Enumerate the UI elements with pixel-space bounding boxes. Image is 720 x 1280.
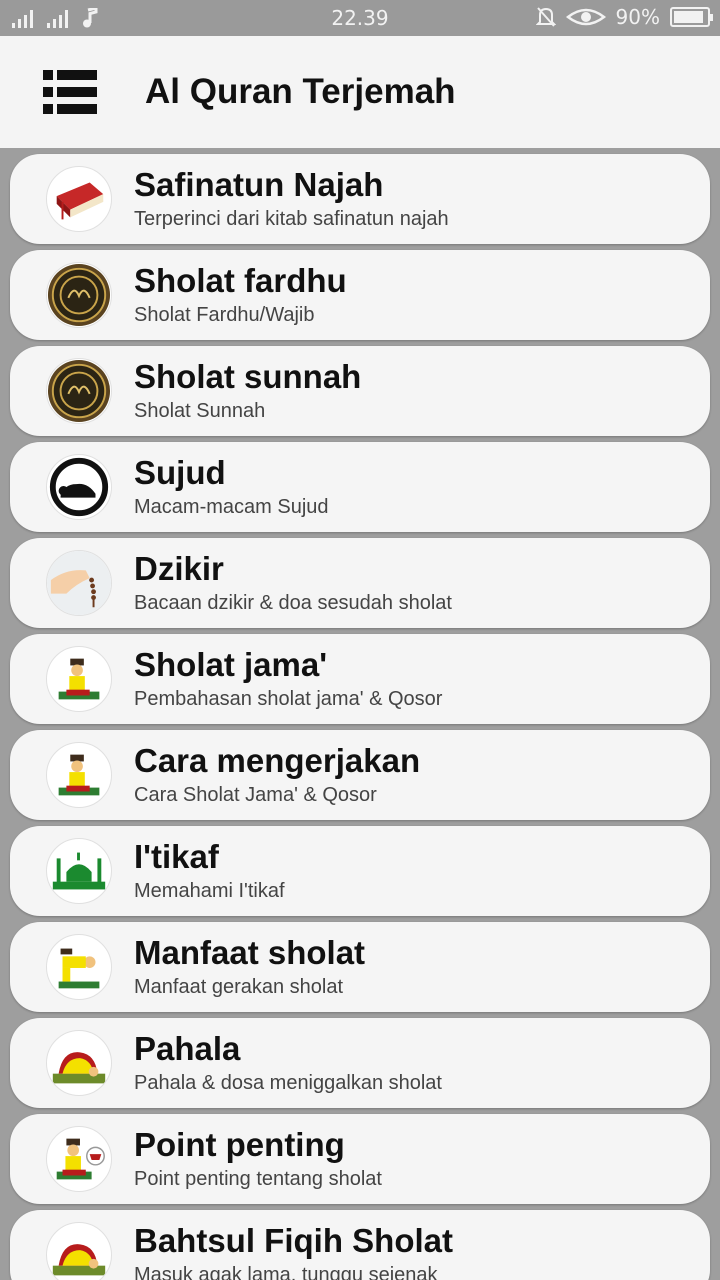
list-item[interactable]: Sholat sunnah Sholat Sunnah xyxy=(10,346,710,436)
status-bar: 22.39 90% xyxy=(0,0,720,36)
item-title: Sholat jama' xyxy=(134,646,328,683)
list-item[interactable]: Manfaat sholat Manfaat gerakan sholat xyxy=(10,922,710,1012)
item-title: Manfaat sholat xyxy=(134,934,366,971)
app-title: Al Quran Terjemah xyxy=(145,72,456,111)
list-item[interactable]: Pahala Pahala & dosa meniggalkan sholat xyxy=(10,1018,710,1108)
item-subtitle: Bacaan dzikir & doa sesudah sholat xyxy=(134,592,452,614)
item-title: Cara mengerjakan xyxy=(134,742,421,779)
item-subtitle: Manfaat gerakan sholat xyxy=(134,976,344,998)
app-bar: Al Quran Terjemah xyxy=(0,36,720,148)
item-subtitle: Pahala & dosa meniggalkan sholat xyxy=(134,1072,442,1094)
item-subtitle: Masuk agak lama, tunggu sejenak xyxy=(134,1264,438,1280)
praying-man-icon xyxy=(46,742,112,808)
list-item[interactable]: Safinatun Najah Terperinci dari kitab sa… xyxy=(10,154,710,244)
eye-icon xyxy=(565,8,606,26)
item-title: Sujud xyxy=(134,454,226,491)
item-title: Safinatun Najah xyxy=(134,166,384,203)
item-subtitle: Point penting tentang sholat xyxy=(134,1168,382,1190)
quran-cover-icon xyxy=(46,358,112,424)
item-title: Sholat fardhu xyxy=(134,262,347,299)
item-subtitle: Sholat Sunnah xyxy=(134,400,266,422)
status-right: 90% xyxy=(535,5,713,29)
prostrating-man-icon xyxy=(46,1222,112,1280)
list-item[interactable]: I'tikaf Memahami I'tikaf xyxy=(10,826,710,916)
sujud-icon xyxy=(46,454,112,520)
item-title: Point penting xyxy=(134,1126,345,1163)
red-book-icon xyxy=(46,166,112,232)
bell-off-icon xyxy=(535,7,556,27)
menu-list-icon[interactable] xyxy=(43,70,97,114)
battery-icon xyxy=(670,7,713,27)
mosque-icon xyxy=(46,838,112,904)
prayer-beads-icon xyxy=(46,550,112,616)
list-item[interactable]: Point penting Point penting tentang shol… xyxy=(10,1114,710,1204)
prostrating-man-icon xyxy=(46,1030,112,1096)
item-title: Pahala xyxy=(134,1030,241,1067)
item-subtitle: Macam-macam Sujud xyxy=(134,496,329,518)
list-item[interactable]: Cara mengerjakan Cara Sholat Jama' & Qos… xyxy=(10,730,710,820)
praying-man-icon xyxy=(46,646,112,712)
item-subtitle: Cara Sholat Jama' & Qosor xyxy=(134,784,377,806)
praying-man-icon xyxy=(46,1126,112,1192)
quran-cover-icon xyxy=(46,262,112,328)
item-subtitle: Terperinci dari kitab safinatun najah xyxy=(134,208,449,230)
item-title: I'tikaf xyxy=(134,838,219,875)
battery-percent: 90% xyxy=(615,5,660,29)
list-item[interactable]: Sholat jama' Pembahasan sholat jama' & Q… xyxy=(10,634,710,724)
item-subtitle: Memahami I'tikaf xyxy=(134,880,285,902)
bowing-man-icon xyxy=(46,934,112,1000)
menu-list: Safinatun Najah Terperinci dari kitab sa… xyxy=(0,148,720,1280)
item-subtitle: Pembahasan sholat jama' & Qosor xyxy=(134,688,443,710)
list-item[interactable]: Sholat fardhu Sholat Fardhu/Wajib xyxy=(10,250,710,340)
item-subtitle: Sholat Fardhu/Wajib xyxy=(134,304,315,326)
list-item[interactable]: Dzikir Bacaan dzikir & doa sesudah shola… xyxy=(10,538,710,628)
list-item[interactable]: Sujud Macam-macam Sujud xyxy=(10,442,710,532)
item-title: Sholat sunnah xyxy=(134,358,362,395)
item-title: Bahtsul Fiqih Sholat xyxy=(134,1222,453,1259)
list-item[interactable]: Bahtsul Fiqih Sholat Masuk agak lama, tu… xyxy=(10,1210,710,1280)
item-title: Dzikir xyxy=(134,550,224,587)
